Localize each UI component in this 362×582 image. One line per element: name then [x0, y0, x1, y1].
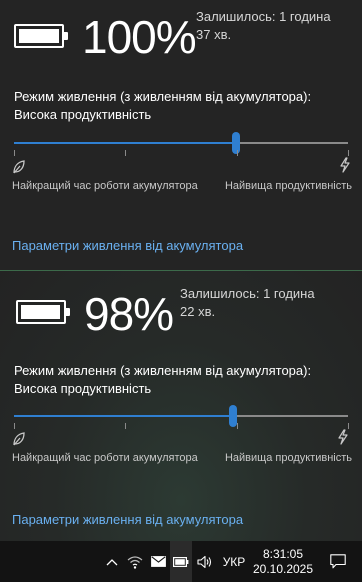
chevron-up-icon: [106, 558, 118, 565]
battery-flyout-current: 98% Залишилось: 1 година 22 хв. Режим жи…: [0, 271, 362, 541]
clock[interactable]: 8:31:05 20.10.2025: [250, 541, 316, 582]
battery-percent: 98%: [84, 288, 174, 340]
power-mode-value: Висока продуктивність: [14, 107, 152, 122]
slider-track-fill: [14, 415, 233, 417]
volume-button[interactable]: [194, 541, 216, 582]
battery-fill: [21, 305, 61, 319]
mail-button[interactable]: [148, 541, 168, 582]
lightning-icon: [340, 157, 350, 173]
battery-percent: 100%: [82, 11, 197, 63]
slider-tick: [236, 150, 238, 156]
time-remaining-line1: Залишилось: 1 година: [196, 9, 331, 24]
slider-tick: [125, 423, 127, 429]
slider-track-fill: [14, 142, 237, 144]
battery-settings-link[interactable]: Параметри живлення від акумулятора: [12, 511, 243, 529]
notification-center-button[interactable]: [322, 541, 354, 582]
best-battery-label: Найкращий час роботи акумулятора: [12, 452, 198, 464]
slider-tick: [14, 150, 15, 156]
time-remaining: Залишилось: 1 година 22 хв.: [180, 285, 330, 321]
time-remaining-line1: Залишилось: 1 година: [180, 286, 315, 301]
battery-fill: [19, 29, 59, 43]
power-mode-label: Режим живлення (з живленням від акумулят…: [14, 362, 354, 398]
leaf-icon: [13, 432, 25, 446]
language-indicator[interactable]: УКР: [220, 541, 248, 582]
network-button[interactable]: [124, 541, 146, 582]
battery-icon: [173, 556, 189, 567]
slider-tick: [236, 423, 238, 429]
slider-tick: [125, 150, 127, 156]
power-mode-label: Режим живлення (з живленням від акумулят…: [14, 88, 354, 124]
time-remaining-line2: 37 хв.: [196, 27, 232, 42]
best-performance-label: Найвища продуктивність: [224, 452, 352, 464]
slider-ticks: [14, 150, 349, 156]
best-performance-label: Найвища продуктивність: [224, 180, 352, 192]
wifi-icon: [127, 555, 143, 569]
leaf-icon: [13, 160, 25, 174]
taskbar: УКР 8:31:05 20.10.2025: [0, 541, 362, 582]
notification-icon: [330, 554, 346, 569]
battery-icon: [16, 300, 70, 324]
lightning-icon: [338, 429, 348, 445]
mail-icon: [150, 556, 166, 567]
power-mode-title: Режим живлення (з живленням від акумулят…: [14, 89, 312, 104]
battery-icon: [14, 24, 68, 48]
battery-settings-link[interactable]: Параметри живлення від акумулятора: [12, 237, 243, 255]
power-mode-value: Висока продуктивність: [14, 381, 152, 396]
battery-tray-button[interactable]: [170, 541, 192, 582]
battery-flyout-previous: 100% Залишилось: 1 година 37 хв. Режим ж…: [0, 0, 362, 270]
slider-ticks: [14, 423, 349, 429]
clock-time: 8:31:05: [262, 546, 304, 561]
time-remaining: Залишилось: 1 година 37 хв.: [196, 8, 346, 44]
show-hidden-icons-button[interactable]: [102, 541, 122, 582]
volume-icon: [197, 555, 212, 568]
time-remaining-line2: 22 хв.: [180, 304, 216, 319]
power-mode-title: Режим живлення (з живленням від акумулят…: [14, 363, 312, 378]
slider-tick: [348, 150, 349, 156]
clock-date: 20.10.2025: [252, 561, 314, 576]
best-battery-label: Найкращий час роботи акумулятора: [12, 180, 198, 192]
slider-tick: [14, 423, 15, 429]
